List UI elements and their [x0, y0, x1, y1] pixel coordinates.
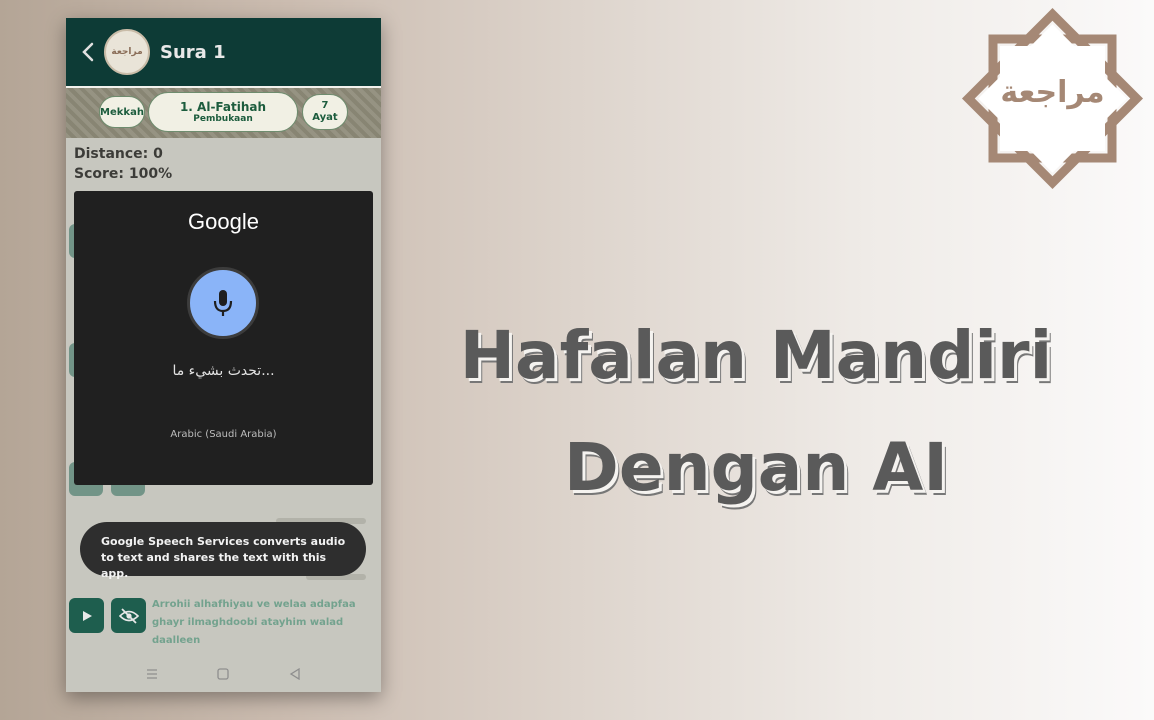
- revelation-place-badge: Mekkah: [99, 96, 145, 128]
- play-icon: [82, 610, 92, 621]
- play-button[interactable]: [69, 598, 104, 633]
- verse-latin-text: Arrohii alhafhiyau ve welaa adapfaa ghay…: [152, 599, 356, 646]
- ayat-count-badge: 7 Ayat: [302, 94, 348, 130]
- speech-dialog: Google تحدث بشيء ما... Arabic (Saudi Ara…: [74, 191, 373, 485]
- speech-prompt: تحدث بشيء ما...: [172, 363, 275, 379]
- sura-title-badge: 1. Al-Fatihah Pembukaan: [148, 92, 298, 132]
- sura-meaning: Pembukaan: [193, 114, 253, 124]
- stamp-text: مراجعة: [1000, 75, 1105, 110]
- mic-button[interactable]: [187, 267, 259, 339]
- hero-title: Hafalan Mandiri Dengan AI: [420, 300, 1092, 524]
- hero-title-line1: Hafalan Mandiri: [459, 317, 1053, 394]
- sura-banner: Mekkah 1. Al-Fatihah Pembukaan 7 Ayat: [66, 88, 381, 138]
- google-logo: Google: [188, 209, 259, 234]
- ayat-label: Ayat: [312, 112, 338, 123]
- page-title: Sura 1: [160, 41, 226, 63]
- hide-text-button[interactable]: [111, 598, 146, 633]
- revelation-place: Mekkah: [100, 106, 144, 118]
- app-logo: مراجعة: [104, 29, 150, 75]
- sura-name: 1. Al-Fatihah: [179, 100, 267, 114]
- system-navbar: [66, 656, 381, 692]
- app-logo-text: مراجعة: [111, 47, 143, 57]
- ayat-count: 7: [321, 100, 329, 111]
- speech-services-toast: Google Speech Services converts audio to…: [80, 522, 366, 580]
- microphone-icon: [213, 290, 233, 316]
- speech-language[interactable]: Arabic (Saudi Arabia): [74, 429, 373, 440]
- recent-apps-icon[interactable]: [140, 662, 164, 686]
- back-triangle-icon[interactable]: [283, 662, 307, 686]
- app-header: مراجعة Sura 1: [66, 18, 381, 86]
- eye-off-icon: [118, 607, 139, 624]
- home-icon[interactable]: [211, 662, 235, 686]
- hero-title-line2: Dengan AI: [564, 429, 948, 506]
- back-arrow-icon[interactable]: [74, 38, 102, 66]
